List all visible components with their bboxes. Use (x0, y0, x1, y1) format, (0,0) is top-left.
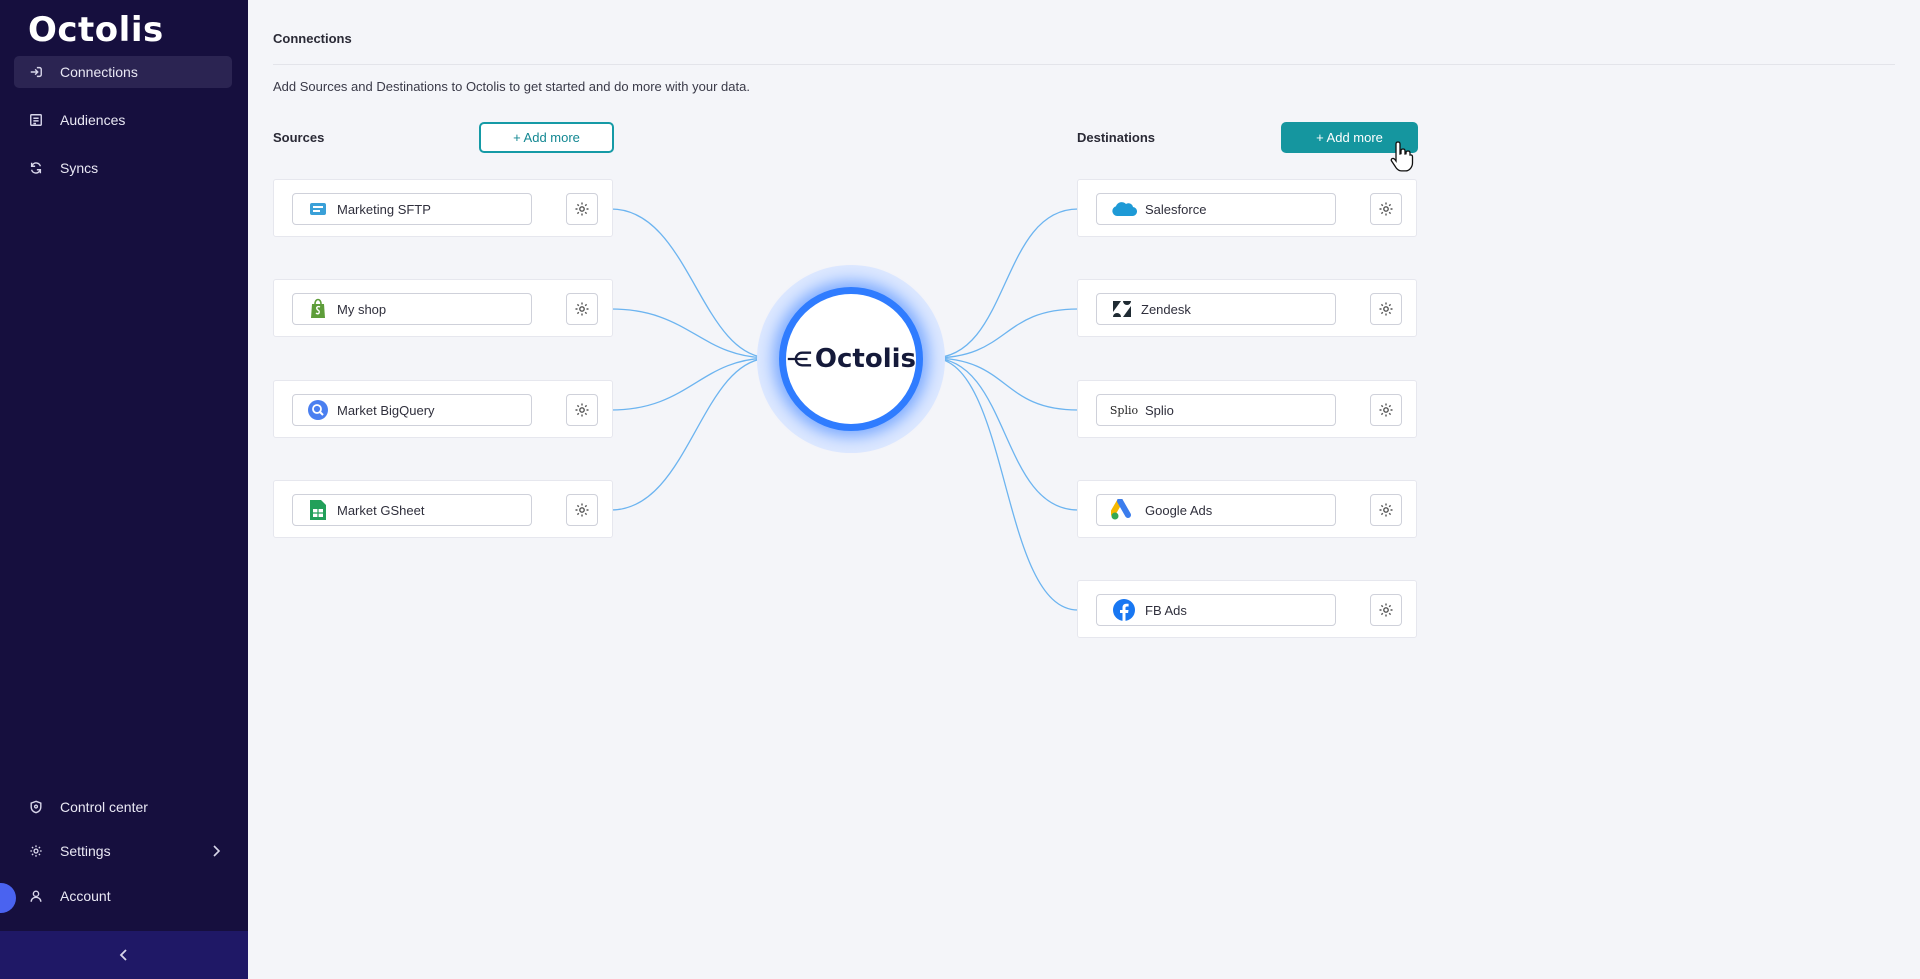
divider (273, 64, 1895, 65)
octolis-hub-core: Octolis (779, 287, 923, 431)
page-title: Connections (273, 31, 352, 46)
sidebar: Octolis Connections Audiences Syncs Cont… (0, 0, 248, 979)
gear-icon (1379, 302, 1393, 316)
destination-chip-zendesk[interactable]: Zendesk (1096, 293, 1336, 325)
destination-chip-fb-ads[interactable]: FB Ads (1096, 594, 1336, 626)
facebook-icon (1111, 599, 1137, 621)
sidebar-item-label: Connections (60, 64, 138, 80)
destination-settings-button[interactable] (1370, 293, 1402, 325)
source-chip-my-shop[interactable]: My shop (292, 293, 532, 325)
sidebar-item-account[interactable]: Account (14, 880, 232, 912)
destination-name: Google Ads (1145, 502, 1213, 518)
sidebar-item-label: Control center (60, 799, 148, 815)
gear-icon (575, 202, 589, 216)
sidebar-item-label: Audiences (60, 112, 126, 128)
destination-settings-button[interactable] (1370, 193, 1402, 225)
destination-chip-google-ads[interactable]: Google Ads (1096, 494, 1336, 526)
gear-icon (1379, 503, 1393, 517)
connections-icon (28, 64, 44, 80)
destination-settings-button[interactable] (1370, 594, 1402, 626)
zendesk-icon (1111, 298, 1133, 320)
destination-name: Zendesk (1141, 301, 1191, 317)
splio-icon: Splio (1109, 403, 1139, 417)
destinations-label: Destinations (1077, 130, 1156, 145)
source-settings-button[interactable] (566, 394, 598, 426)
destination-card: Zendesk (1077, 279, 1417, 337)
gear-icon (1379, 603, 1393, 617)
source-name: Market GSheet (337, 502, 425, 518)
syncs-icon (28, 160, 44, 176)
source-name: Marketing SFTP (337, 201, 431, 217)
destination-name: Salesforce (1145, 201, 1207, 217)
sidebar-item-control-center[interactable]: Control center (14, 791, 232, 823)
sidebar-item-settings[interactable]: Settings (14, 835, 232, 867)
destination-card: FB Ads (1077, 580, 1417, 638)
sources-label: Sources (273, 130, 325, 145)
destination-settings-button[interactable] (1370, 494, 1402, 526)
source-settings-button[interactable] (566, 494, 598, 526)
sidebar-item-connections[interactable]: Connections (14, 56, 232, 88)
gear-icon (575, 403, 589, 417)
octolis-mark-icon (787, 351, 812, 367)
destination-name: FB Ads (1145, 602, 1187, 618)
gsheet-icon (307, 499, 329, 521)
gear-icon (28, 843, 44, 859)
source-name: My shop (337, 301, 387, 317)
chevron-left-icon (119, 949, 127, 961)
destination-chip-salesforce[interactable]: Salesforce (1096, 193, 1336, 225)
bigquery-icon (307, 399, 329, 421)
hub-label: Octolis (814, 344, 916, 374)
sidebar-item-audiences[interactable]: Audiences (14, 104, 232, 136)
destination-card: Google Ads (1077, 480, 1417, 538)
octolis-hub: Octolis (757, 265, 945, 453)
source-chip-market-bigquery[interactable]: Market BigQuery (292, 394, 532, 426)
shopify-icon (307, 298, 329, 320)
source-card: Market GSheet (273, 480, 613, 538)
destination-card: Salesforce (1077, 179, 1417, 237)
hand-cursor-icon (1390, 141, 1414, 172)
source-chip-marketing-sftp[interactable]: Marketing SFTP (292, 193, 532, 225)
destination-settings-button[interactable] (1370, 394, 1402, 426)
source-card: Market BigQuery (273, 380, 613, 438)
octolis-logo[interactable]: Octolis (28, 10, 164, 50)
sidebar-item-label: Syncs (60, 160, 99, 176)
destination-card: Splio Splio (1077, 380, 1417, 438)
sidebar-item-label: Settings (60, 843, 111, 859)
destination-name: Splio (1145, 402, 1174, 418)
gear-icon (575, 503, 589, 517)
salesforce-icon (1111, 198, 1137, 220)
sidebar-item-label: Account (60, 888, 111, 904)
sftp-icon (307, 198, 329, 220)
gear-icon (1379, 403, 1393, 417)
source-name: Market BigQuery (337, 402, 435, 418)
gear-icon (575, 302, 589, 316)
destination-chip-splio[interactable]: Splio Splio (1096, 394, 1336, 426)
source-settings-button[interactable] (566, 193, 598, 225)
source-card: My shop (273, 279, 613, 337)
google-ads-icon (1111, 499, 1137, 521)
source-chip-market-gsheet[interactable]: Market GSheet (292, 494, 532, 526)
source-settings-button[interactable] (566, 293, 598, 325)
page-subtitle: Add Sources and Destinations to Octolis … (273, 79, 750, 94)
source-card: Marketing SFTP (273, 179, 613, 237)
user-icon (28, 888, 44, 904)
sidebar-item-syncs[interactable]: Syncs (14, 152, 232, 184)
audiences-icon (28, 112, 44, 128)
add-source-button[interactable]: + Add more (479, 122, 614, 153)
sidebar-collapse-button[interactable] (0, 931, 248, 979)
shield-icon (28, 799, 44, 815)
chevron-right-icon (213, 845, 221, 857)
gear-icon (1379, 202, 1393, 216)
